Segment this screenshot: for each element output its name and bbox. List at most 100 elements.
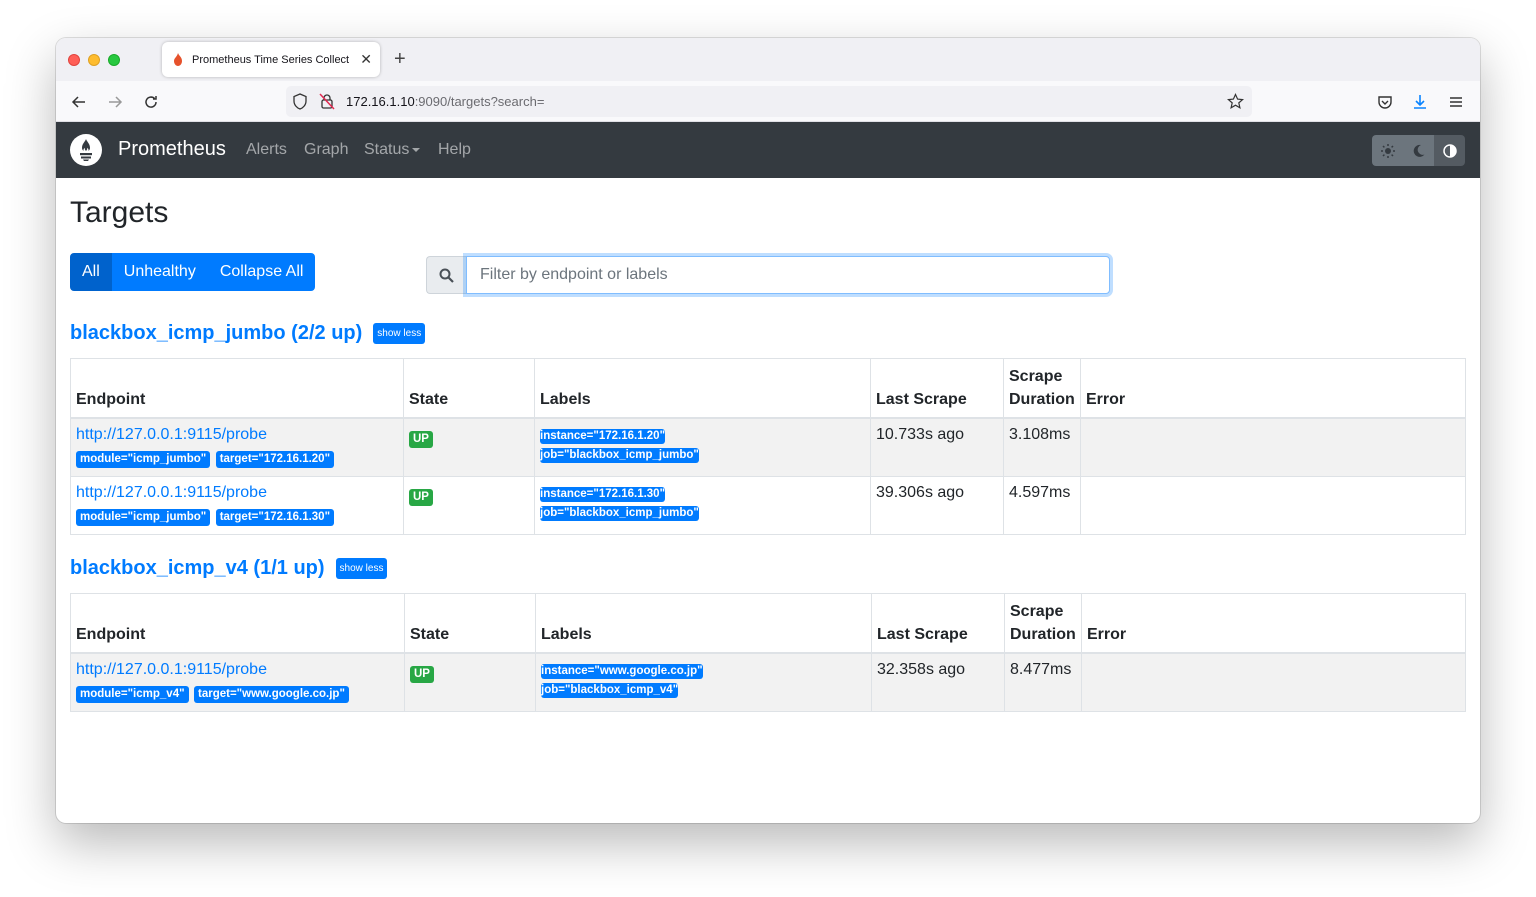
endpoint-cell: http://127.0.0.1:9115/probe module="icmp… — [70, 652, 405, 712]
endpoint-cell: http://127.0.0.1:9115/probe module="icmp… — [70, 417, 404, 477]
error-cell — [1080, 417, 1466, 477]
url-text[interactable]: 172.16.1.10:9090/targets?search= — [346, 94, 544, 109]
filter-all-button[interactable]: All — [70, 253, 112, 291]
tab-title: Prometheus Time Series Collect — [192, 53, 350, 66]
back-icon[interactable] — [68, 91, 90, 113]
state-badge: UP — [409, 431, 433, 448]
duration-cell: 4.597ms — [1003, 475, 1081, 535]
insecure-lock-icon[interactable] — [319, 93, 335, 115]
labels-cell: instance="172.16.1.20" job="blackbox_icm… — [534, 417, 871, 477]
param-badge: target="172.16.1.20" — [215, 451, 335, 468]
param-badge: module="icmp_jumbo" — [76, 451, 211, 468]
table-row: http://127.0.0.1:9115/probe module="icmp… — [70, 475, 1466, 535]
moon-icon[interactable] — [1403, 135, 1434, 166]
error-cell — [1081, 652, 1466, 712]
shield-icon[interactable] — [292, 93, 308, 115]
state-badge: UP — [409, 488, 433, 506]
caret-down-icon — [412, 147, 421, 152]
search-group — [426, 256, 1110, 294]
endpoint-link[interactable]: http://127.0.0.1:9115/probe — [76, 660, 399, 680]
endpoint-cell: http://127.0.0.1:9115/probe module="icmp… — [70, 475, 404, 535]
label-badge: job="blackbox_icmp_jumbo" — [540, 505, 699, 521]
contrast-icon[interactable] — [1434, 135, 1465, 166]
star-icon[interactable] — [1226, 93, 1245, 115]
search-input[interactable] — [466, 256, 1110, 294]
filter-unhealthy-button[interactable]: Unhealthy — [111, 253, 208, 291]
endpoint-link[interactable]: http://127.0.0.1:9115/probe — [76, 483, 398, 503]
prometheus-logo-icon[interactable] — [70, 134, 102, 166]
new-tab-button[interactable]: + — [394, 48, 406, 70]
column-header: Last Scrape — [870, 358, 1004, 419]
search-icon — [426, 256, 466, 294]
table-row: http://127.0.0.1:9115/probe module="icmp… — [70, 652, 1466, 712]
label-badge: job="blackbox_icmp_v4" — [541, 683, 679, 698]
browser-tab[interactable]: Prometheus Time Series Collect ✕ — [162, 42, 380, 77]
targets-table: Endpoint State Labels Last Scrape Scrape… — [70, 593, 1466, 712]
label-badge: instance="www.google.co.jp" — [541, 664, 703, 679]
browser-window: Prometheus Time Series Collect ✕ + 172.1… — [56, 38, 1480, 823]
state-cell: UP — [403, 417, 535, 477]
forward-icon[interactable] — [104, 91, 126, 113]
app-brand[interactable]: Prometheus — [118, 138, 226, 161]
browser-toolbar: 172.16.1.10:9090/targets?search= — [56, 81, 1480, 122]
tab-strip: Prometheus Time Series Collect ✕ + — [56, 38, 1480, 81]
zoom-window-button[interactable] — [108, 54, 120, 66]
close-window-button[interactable] — [68, 54, 80, 66]
nav-help[interactable]: Help — [438, 141, 471, 159]
error-cell — [1080, 475, 1466, 535]
label-badge: instance="172.16.1.20" — [540, 429, 666, 444]
table-row: http://127.0.0.1:9115/probe module="icmp… — [70, 417, 1466, 477]
url-bar[interactable]: 172.16.1.10:9090/targets?search= — [286, 86, 1252, 117]
column-header: Scrape Duration — [1003, 358, 1081, 419]
column-header: Scrape Duration — [1004, 593, 1082, 654]
param-badge: target="www.google.co.jp" — [194, 686, 349, 703]
column-header: State — [403, 358, 535, 419]
show-less-button[interactable]: show less — [373, 323, 426, 344]
state-cell: UP — [404, 652, 536, 712]
page-title: Targets — [70, 196, 169, 229]
state-cell: UP — [403, 475, 535, 535]
param-badge: module="icmp_jumbo" — [76, 508, 211, 526]
nav-graph[interactable]: Graph — [304, 141, 348, 159]
column-header: Endpoint — [70, 593, 405, 654]
param-badge: target="172.16.1.30" — [215, 508, 335, 526]
nav-status[interactable]: Status — [364, 141, 421, 159]
column-header: Error — [1081, 593, 1466, 654]
target-group-title[interactable]: blackbox_icmp_jumbo (2/2 up) — [70, 322, 362, 345]
target-group-header: blackbox_icmp_jumbo (2/2 up) show less — [70, 322, 426, 345]
last-scrape-cell: 39.306s ago — [870, 475, 1004, 535]
column-header: State — [404, 593, 536, 654]
column-header: Last Scrape — [871, 593, 1005, 654]
target-group-header: blackbox_icmp_v4 (1/1 up) show less — [70, 557, 388, 580]
targets-table: Endpoint State Labels Last Scrape Scrape… — [70, 358, 1466, 535]
prometheus-favicon-icon — [172, 53, 184, 67]
column-header: Labels — [535, 593, 872, 654]
sun-icon[interactable] — [1372, 135, 1403, 166]
show-less-button[interactable]: show less — [335, 558, 388, 579]
nav-alerts[interactable]: Alerts — [246, 141, 287, 159]
pocket-icon[interactable] — [1374, 91, 1396, 113]
close-tab-icon[interactable]: ✕ — [360, 50, 372, 68]
last-scrape-cell: 10.733s ago — [870, 417, 1004, 477]
endpoint-link[interactable]: http://127.0.0.1:9115/probe — [76, 425, 398, 445]
filter-button-group: All Unhealthy Collapse All — [70, 253, 316, 291]
menu-icon[interactable] — [1445, 91, 1467, 113]
last-scrape-cell: 32.358s ago — [871, 652, 1005, 712]
state-badge: UP — [410, 666, 434, 683]
theme-toggle-group — [1372, 135, 1465, 166]
minimize-window-button[interactable] — [88, 54, 100, 66]
column-header: Labels — [534, 358, 871, 419]
app-navbar: Prometheus Alerts Graph Status Help — [56, 122, 1480, 178]
collapse-all-button[interactable]: Collapse All — [207, 253, 316, 291]
label-badge: job="blackbox_icmp_jumbo" — [540, 448, 699, 463]
duration-cell: 8.477ms — [1004, 652, 1082, 712]
duration-cell: 3.108ms — [1003, 417, 1081, 477]
page-content: Targets All Unhealthy Collapse All black… — [56, 178, 1480, 823]
column-header: Error — [1080, 358, 1466, 419]
label-badge: instance="172.16.1.30" — [540, 486, 666, 502]
reload-icon[interactable] — [140, 91, 162, 113]
param-badge: module="icmp_v4" — [76, 686, 189, 703]
target-group-title[interactable]: blackbox_icmp_v4 (1/1 up) — [70, 557, 325, 580]
labels-cell: instance="www.google.co.jp" job="blackbo… — [535, 652, 872, 712]
download-icon[interactable] — [1409, 91, 1431, 113]
